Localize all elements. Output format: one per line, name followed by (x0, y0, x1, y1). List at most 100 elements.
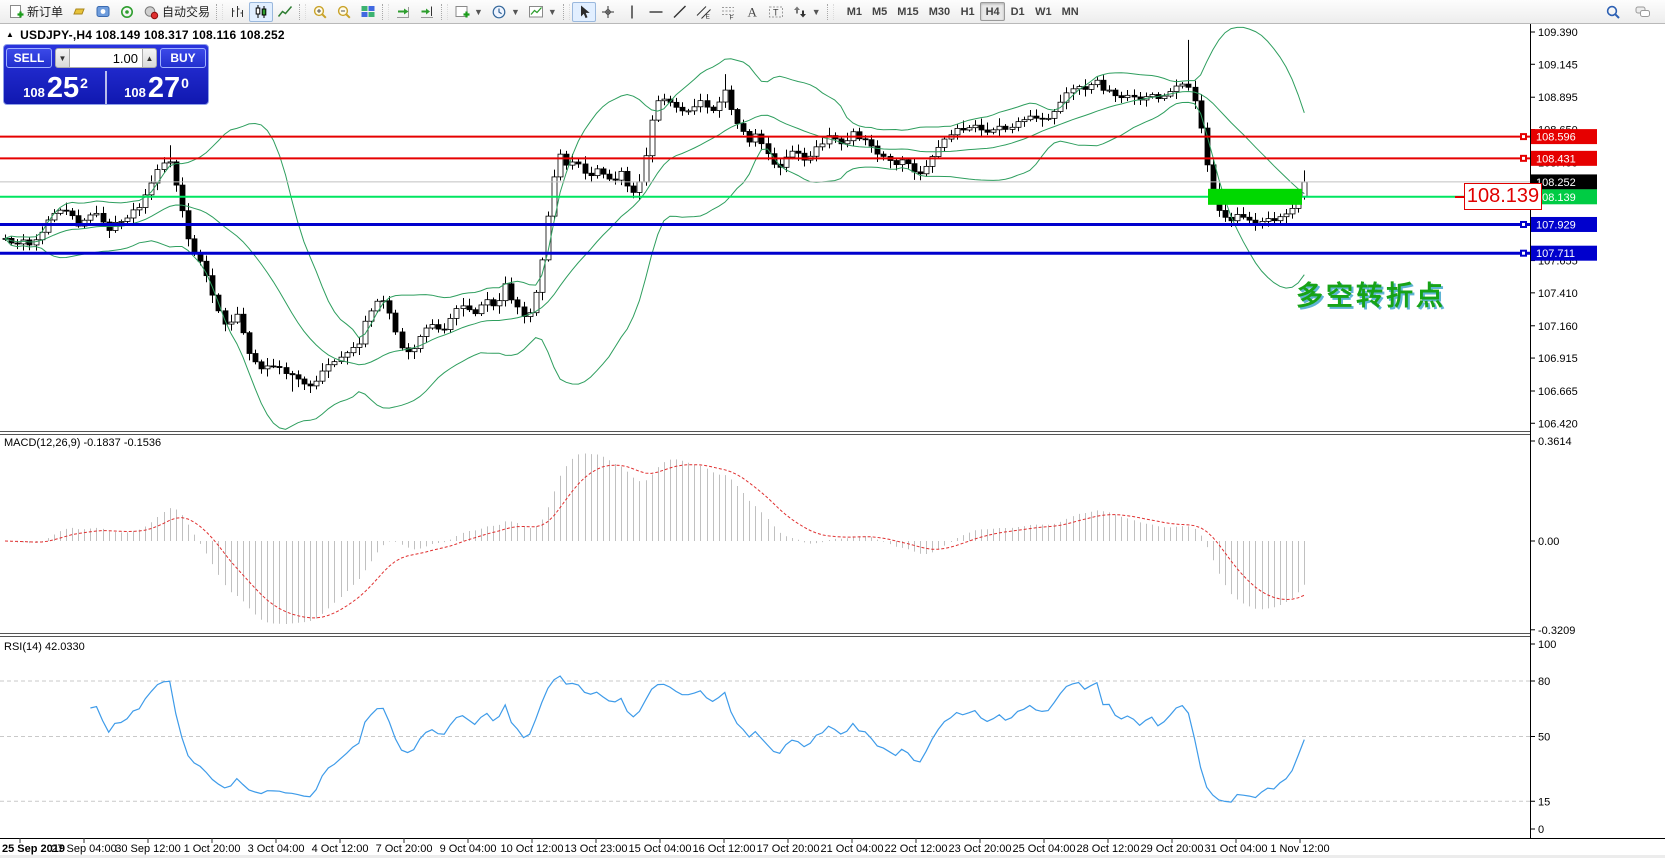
svg-text:50: 50 (1538, 732, 1550, 744)
rsi-label: RSI(14) 42.0330 (4, 641, 85, 653)
toolbar-zoom-in-button[interactable] (308, 2, 332, 22)
toolbar-text-button[interactable]: A (740, 2, 764, 22)
svg-text:23 Oct 20:00: 23 Oct 20:00 (949, 843, 1012, 855)
svg-text:22 Oct 12:00: 22 Oct 12:00 (885, 843, 948, 855)
trendline-icon (672, 4, 688, 20)
sell-button[interactable]: SELL (6, 48, 52, 68)
svg-text:107.711: 107.711 (1536, 248, 1575, 260)
toolbar-new-order-button[interactable]: 新订单 (4, 2, 67, 22)
toolbar-right-group (1601, 2, 1661, 22)
svg-text:109.390: 109.390 (1538, 27, 1578, 39)
macd-label: MACD(12,26,9) -0.1837 -0.1536 (4, 437, 161, 449)
volume-decrease-button[interactable]: ▼ (55, 48, 70, 68)
svg-text:1 Nov 12:00: 1 Nov 12:00 (1270, 843, 1329, 855)
svg-text:15 Oct 04:00: 15 Oct 04:00 (629, 843, 692, 855)
chart-canvas[interactable]: 109.390109.145108.895108.650108.400108.1… (0, 0, 1665, 858)
chart-shift-icon (419, 4, 435, 20)
price-axis[interactable]: 109.390109.145108.895108.650108.400108.1… (1520, 24, 1665, 838)
toolbar-navigator-button[interactable] (115, 2, 139, 22)
crosshair-icon (600, 4, 616, 20)
collapse-panel-icon[interactable]: ▲ (6, 30, 14, 39)
toolbar-arrows-button[interactable]: ▼ (788, 2, 825, 22)
svg-text:107.929: 107.929 (1536, 219, 1576, 231)
chat-icon (1635, 4, 1651, 20)
time-axis[interactable]: 25 Sep 201927 Sep 04:0030 Sep 12:001 Oct… (0, 838, 1665, 858)
chevron-down-icon: ▼ (474, 7, 483, 17)
toolbar-templates-button[interactable]: ▼ (524, 2, 561, 22)
timeframe-d1-button[interactable]: D1 (1005, 2, 1030, 21)
svg-text:4 Oct 12:00: 4 Oct 12:00 (312, 843, 369, 855)
toolbar-trendline-button[interactable] (668, 2, 692, 22)
new-chart-icon (454, 4, 470, 20)
auto-trading-icon (143, 4, 159, 20)
toolbar-crosshair-button[interactable] (596, 2, 620, 22)
svg-text:28 Oct 12:00: 28 Oct 12:00 (1077, 843, 1140, 855)
toolbar-text-label-button[interactable]: T (764, 2, 788, 22)
buy-price[interactable]: 108270 (105, 71, 206, 104)
toolbar-periods-button[interactable]: ▼ (487, 2, 524, 22)
toolbar-vertical-line-button[interactable] (620, 2, 644, 22)
svg-text:29 Oct 20:00: 29 Oct 20:00 (1141, 843, 1204, 855)
symbol-ohlc-text: USDJPY-,H4 108.149 108.317 108.116 108.2… (20, 28, 285, 42)
data-window-icon (95, 4, 111, 20)
toolbar-horizontal-line-button[interactable] (644, 2, 668, 22)
toolbar-bar-chart-button[interactable] (225, 2, 249, 22)
toolbar-auto-scroll-button[interactable] (391, 2, 415, 22)
toolbar-candlestick-chart-button[interactable] (249, 2, 273, 22)
svg-text:31 Oct 04:00: 31 Oct 04:00 (1205, 843, 1268, 855)
chevron-down-icon: ▼ (812, 7, 821, 17)
svg-text:15: 15 (1538, 796, 1550, 808)
buy-price-big: 27 (148, 75, 180, 103)
svg-text:A: A (747, 4, 757, 19)
timeframe-w1-button[interactable]: W1 (1030, 2, 1057, 21)
svg-text:0.3614: 0.3614 (1538, 436, 1572, 448)
toolbar-search-button[interactable] (1601, 2, 1625, 22)
timeframe-m30-button[interactable]: M30 (924, 2, 955, 21)
svg-text:3 Oct 04:00: 3 Oct 04:00 (248, 843, 305, 855)
timeframe-h1-button[interactable]: H1 (955, 2, 980, 21)
sell-price[interactable]: 108252 (6, 71, 105, 104)
fibonacci-icon: F (720, 4, 736, 20)
timeframe-m15-button[interactable]: M15 (892, 2, 923, 21)
toolbar: 新订单自动交易▼▼▼EFAT▼M1M5M15M30H1H4D1W1MN (0, 0, 1665, 24)
volume-input[interactable] (70, 48, 142, 68)
timeframe-m1-button[interactable]: M1 (842, 2, 867, 21)
toolbar-fibonacci-button[interactable]: F (716, 2, 740, 22)
arrows-icon (792, 4, 808, 20)
svg-text:106.915: 106.915 (1538, 353, 1578, 365)
annotation-text[interactable]: 多空转折点 (1296, 274, 1446, 313)
svg-text:25 Oct 04:00: 25 Oct 04:00 (1013, 843, 1076, 855)
toolbar-auto-trading-button[interactable]: 自动交易 (139, 2, 214, 22)
toolbar-chat-button[interactable] (1631, 2, 1655, 22)
toolbar-equidistant-channel-button[interactable]: E (692, 2, 716, 22)
text-label-icon: T (768, 4, 784, 20)
toolbar-line-chart-button[interactable] (273, 2, 297, 22)
toolbar-auto-trading-label: 自动交易 (162, 3, 210, 20)
timeframe-m5-button[interactable]: M5 (867, 2, 892, 21)
toolbar-chart-shift-button[interactable] (415, 2, 439, 22)
toolbar-separator (299, 4, 306, 20)
timeframe-mn-button[interactable]: MN (1057, 2, 1084, 21)
toolbar-data-window-button[interactable] (91, 2, 115, 22)
market-watch-icon (71, 4, 87, 20)
toolbar-tile-windows-button[interactable] (356, 2, 380, 22)
rsi-level-lines (0, 681, 1530, 801)
svg-text:13 Oct 23:00: 13 Oct 23:00 (565, 843, 628, 855)
buy-button[interactable]: BUY (160, 48, 206, 68)
toolbar-market-watch-button[interactable] (67, 2, 91, 22)
svg-text:0: 0 (1538, 824, 1544, 836)
zoom-out-icon (336, 4, 352, 20)
macd-indicator (5, 453, 1305, 623)
volume-increase-button[interactable]: ▲ (142, 48, 157, 68)
toolbar-new-chart-button[interactable]: ▼ (450, 2, 487, 22)
toolbar-cursor-button[interactable] (572, 2, 596, 22)
symbol-ohlc-header: ▲ USDJPY-,H4 108.149 108.317 108.116 108… (6, 28, 285, 42)
timeframe-h4-button[interactable]: H4 (980, 2, 1005, 21)
volume-stepper: ▼ ▲ (55, 48, 157, 68)
sell-price-pipette: 2 (80, 75, 88, 91)
candlestick-chart-icon (253, 4, 269, 20)
svg-text:7 Oct 20:00: 7 Oct 20:00 (376, 843, 433, 855)
toolbar-zoom-out-button[interactable] (332, 2, 356, 22)
bar-chart-icon (229, 4, 245, 20)
price-callout[interactable]: 108.139 (1464, 183, 1542, 210)
